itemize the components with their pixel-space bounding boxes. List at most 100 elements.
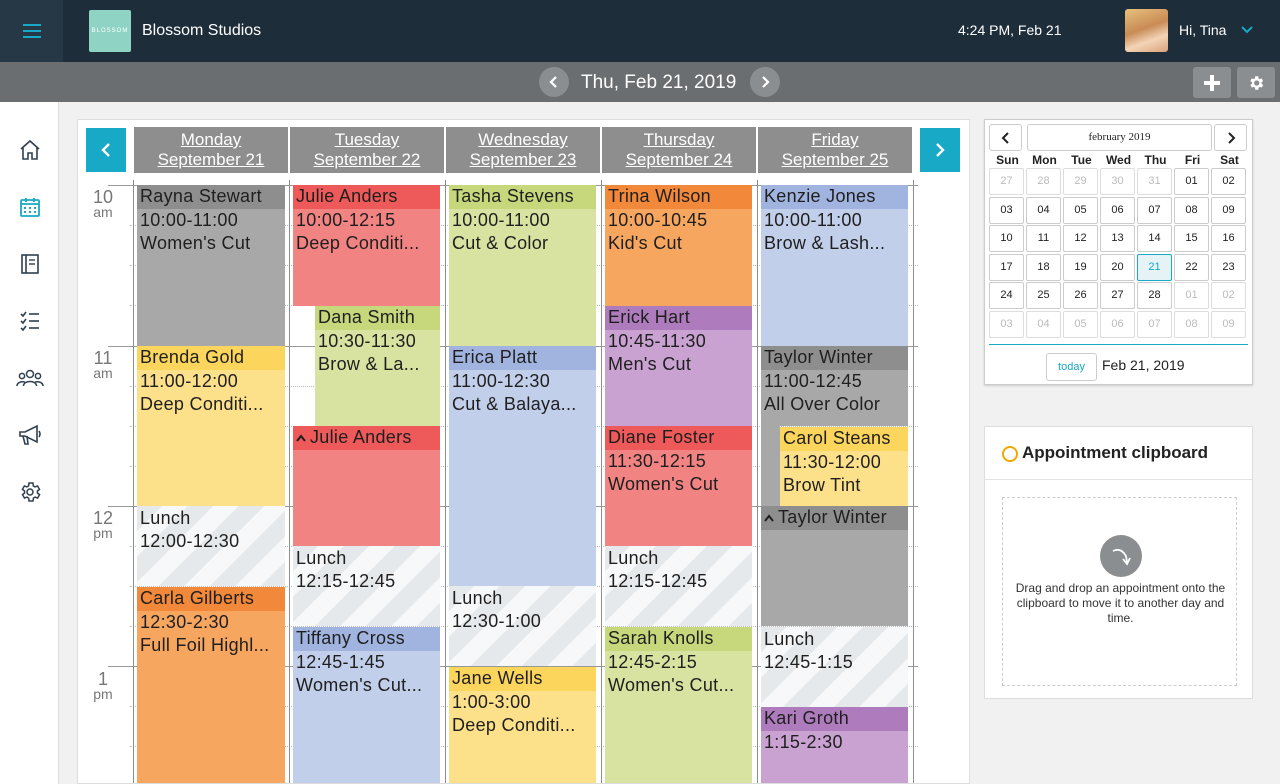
chevron-left-icon [549,76,557,88]
appointment-card-continued[interactable]: Julie Anders [293,426,440,546]
day-header-tuesday[interactable]: Tuesday September 22 [290,127,444,173]
appointment-card[interactable]: Dana Smith 10:30-11:30 Brow & La... [315,306,440,426]
nav-book-icon[interactable] [15,249,45,279]
date-cell[interactable]: 11 [1026,225,1061,253]
date-cell[interactable]: 28 [1026,168,1061,195]
date-cell[interactable]: 20 [1100,253,1135,281]
date-cell[interactable]: 02 [1211,168,1246,195]
appointment-card[interactable]: Carla Gilberts 12:30-2:30 Full Foil High… [137,587,285,783]
appointment-card[interactable]: Tasha Stevens 10:00-11:00 Cut & Color [449,185,596,346]
appointment-card[interactable]: Tiffany Cross 12:45-1:45 Women's Cut... [293,627,440,783]
date-cell[interactable]: 31 [1137,168,1172,195]
date-cell[interactable]: 05 [1063,196,1098,224]
appointment-card[interactable]: Carol Steans 11:30-12:00 Brow Tint [780,427,908,506]
appointment-time: 10:45-11:30 [608,331,707,351]
hamburger-menu-icon[interactable] [0,0,63,62]
clipboard-drop-zone[interactable]: Drag and drop an appointment onto the cl… [1002,497,1237,686]
nav-people-icon[interactable] [15,363,45,393]
day-header-wednesday[interactable]: Wednesday September 23 [446,127,600,173]
date-cell[interactable]: 10 [989,225,1024,253]
date-cell[interactable]: 08 [1174,311,1209,338]
date-cell[interactable]: 30 [1100,168,1135,195]
date-cell[interactable]: 23 [1211,253,1246,281]
appointment-card-continued[interactable]: Taylor Winter [761,506,908,626]
appointment-card[interactable]: Diane Foster 11:30-12:15 Women's Cut [605,426,752,546]
weekday-label: Sat [1220,153,1239,167]
date-cell[interactable]: 06 [1100,311,1135,338]
day-header-thursday[interactable]: Thursday September 24 [602,127,756,173]
today-button[interactable]: today [1046,353,1097,381]
appointment-card[interactable]: Erica Platt 11:00-12:30 Cut & Balaya... [449,346,596,586]
hour-label: 1 pm [93,669,113,702]
nav-checklist-icon[interactable] [15,306,45,336]
date-cell[interactable]: 04 [1026,311,1061,338]
date-cell[interactable]: 01 [1174,282,1209,310]
appointment-card[interactable]: Brenda Gold 11:00-12:00 Deep Conditi... [137,346,285,506]
chevron-down-icon[interactable] [1240,23,1254,37]
prev-day-button[interactable] [539,67,569,97]
appointment-card[interactable]: Sarah Knolls 12:45-2:15 Women's Cut... [605,627,752,783]
next-week-button[interactable] [920,128,960,172]
appointment-card[interactable]: Kenzie Jones 10:00-11:00 Brow & Lash... [761,185,908,346]
day-header-friday[interactable]: Friday September 25 [758,127,912,173]
month-label[interactable]: february 2019 [1027,124,1212,151]
appointment-card[interactable]: Rayna Stewart 10:00-11:00 Women's Cut [137,185,285,346]
prev-month-button[interactable] [989,124,1022,151]
date-cell[interactable]: 17 [989,253,1024,281]
date-cell[interactable]: 16 [1211,225,1246,253]
lunch-block[interactable]: Lunch 12:00-12:30 [137,506,285,586]
date-cell[interactable]: 03 [989,196,1024,224]
next-day-button[interactable] [750,67,780,97]
appointment-card[interactable]: Julie Anders 10:00-12:15 Deep Conditi... [293,185,440,306]
date-cell[interactable]: 08 [1174,196,1209,224]
nav-calendar-icon[interactable] [15,192,45,222]
date-cell[interactable]: 13 [1100,225,1135,253]
appointment-card-overlap[interactable] [761,426,780,506]
appointment-card[interactable]: Taylor Winter 11:00-12:45 All Over Color [761,346,908,426]
brand-logo[interactable]: BLOSSOM [89,10,131,52]
date-cell[interactable]: 18 [1026,253,1061,281]
add-appointment-button[interactable] [1193,67,1231,98]
appointment-card[interactable]: Jane Wells 1:00-3:00 Deep Conditi... [449,667,596,783]
appointment-card[interactable]: Erick Hart 10:45-11:30 Men's Cut [605,306,752,426]
next-month-button[interactable] [1214,124,1247,151]
date-cell[interactable]: 05 [1063,311,1098,338]
nav-megaphone-icon[interactable] [15,420,45,450]
user-greeting[interactable]: Hi, Tina [1179,22,1226,38]
date-cell[interactable]: 09 [1211,196,1246,224]
lunch-block[interactable]: Lunch 12:15-12:45 [293,546,440,626]
date-cell[interactable]: 29 [1063,168,1098,195]
date-cell[interactable]: 04 [1026,196,1061,224]
date-cell[interactable]: 26 [1063,282,1098,310]
date-cell[interactable]: 12 [1063,225,1098,253]
date-cell[interactable]: 09 [1211,311,1246,338]
weekday-label: Thu [1144,153,1167,167]
lunch-block[interactable]: Lunch 12:45-1:15 [761,627,908,707]
date-cell[interactable]: 07 [1137,196,1172,224]
nav-home-icon[interactable] [15,135,45,165]
date-cell[interactable]: 01 [1174,168,1209,195]
date-cell[interactable]: 03 [989,311,1024,338]
date-cell[interactable]: 06 [1100,196,1135,224]
day-header-monday[interactable]: Monday September 21 [134,127,288,173]
settings-button[interactable] [1237,67,1275,98]
lunch-block[interactable]: Lunch 12:30-1:00 [449,586,596,666]
appointment-card[interactable]: Trina Wilson 10:00-10:45 Kid's Cut [605,185,752,306]
date-cell[interactable]: 07 [1137,311,1172,338]
avatar[interactable] [1125,9,1168,52]
date-cell[interactable]: 21 [1137,253,1172,281]
lunch-block[interactable]: Lunch 12:15-12:45 [605,546,752,626]
appointment-card[interactable]: Kari Groth 1:15-2:30 [761,707,908,783]
date-cell[interactable]: 02 [1211,282,1246,310]
date-cell[interactable]: 27 [1100,282,1135,310]
date-cell[interactable]: 27 [989,168,1024,195]
date-cell[interactable]: 19 [1063,253,1098,281]
date-cell[interactable]: 22 [1174,253,1209,281]
date-cell[interactable]: 15 [1174,225,1209,253]
date-cell[interactable]: 24 [989,282,1024,310]
date-cell[interactable]: 25 [1026,282,1061,310]
date-cell[interactable]: 14 [1137,225,1172,253]
date-cell[interactable]: 28 [1137,282,1172,310]
nav-settings-gear-icon[interactable] [15,477,45,507]
prev-week-button[interactable] [86,128,126,172]
